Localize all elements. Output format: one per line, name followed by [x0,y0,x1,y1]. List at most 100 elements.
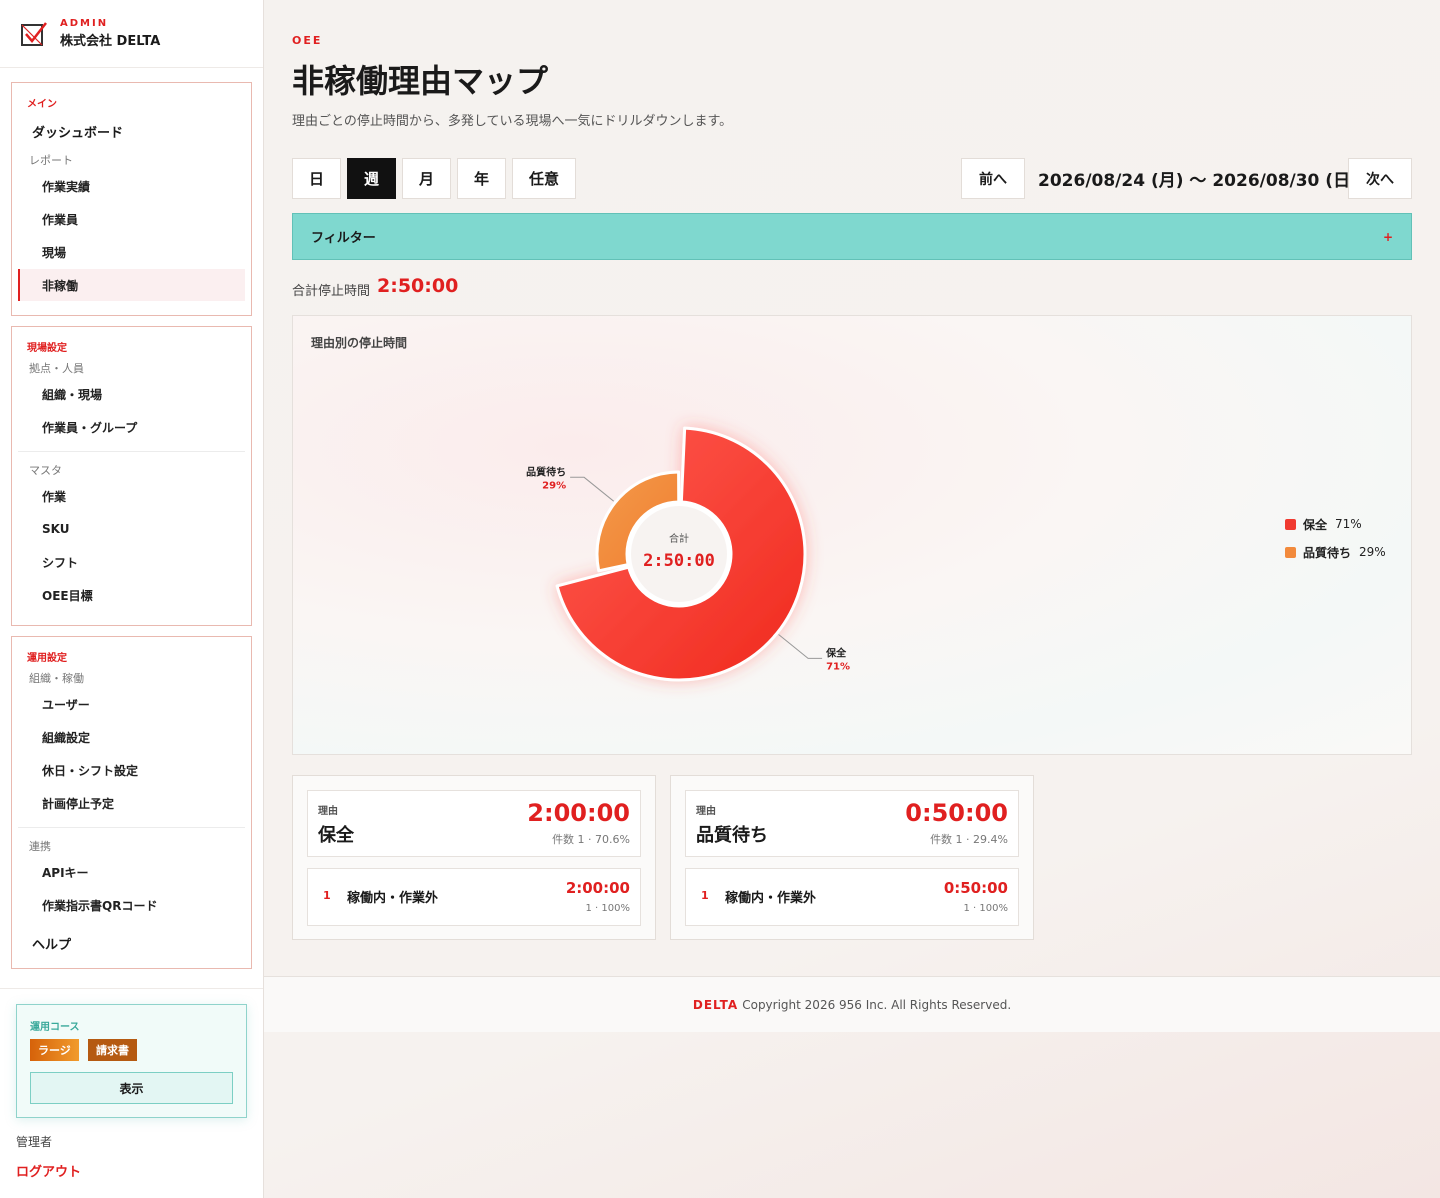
sidebar-item-planned-stop[interactable]: 計画停止予定 [18,787,245,819]
reason-name: 品質待ち [696,825,768,846]
page-title: 非稼働理由マップ [292,62,549,100]
page-description: 理由ごとの停止時間から、多発している現場へ一気にドリルダウンします。 [292,114,733,129]
sidebar-item-shift[interactable]: シフト [18,546,245,578]
total-downtime-label: 合計停止時間 [292,284,371,299]
nav-subtitle-report: レポート [29,154,73,167]
callout-label: 品質待ち [526,465,566,478]
nav-subtitle-base-staff: 拠点・人員 [29,362,84,375]
sidebar-item-dashboard[interactable]: ダッシュボード [32,122,123,141]
period-tab-year[interactable]: 年 [457,158,506,199]
sidebar-item-sites[interactable]: 現場 [18,236,245,268]
brand-company-name: 株式会社 DELTA [60,34,161,49]
nav-group-title-ops: 運用設定 [27,653,67,664]
donut-center-label: 合計 [669,532,689,545]
next-period-button[interactable]: 次へ [1348,158,1412,199]
sidebar-item-users[interactable]: ユーザー [18,688,245,720]
sidebar-item-downtime[interactable]: 非稼働 [18,269,245,301]
nav-subtitle-master: マスタ [29,464,62,477]
row-time: 2:00:00 [565,879,630,897]
nav-group-title-site: 現場設定 [27,343,67,354]
reason-time: 0:50:00 [905,799,1008,827]
course-badge-invoice: 請求書 [88,1039,137,1061]
page-eyebrow: OEE [292,34,323,47]
legend-percent: 29% [1359,545,1386,559]
brand[interactable]: ADMIN 株式会社 DELTA [0,0,263,68]
callout-percent: 71% [826,661,850,672]
legend-percent: 71% [1335,517,1362,531]
course-panel: 運用コース ラージ 請求書 表示 [16,1004,247,1118]
sidebar-item-task[interactable]: 作業 [18,480,245,512]
nav-subtitle-integration: 連携 [29,840,51,853]
row-meta: 1 · 100% [963,903,1009,914]
row-name: 稼働内・作業外 [725,891,817,906]
legend-swatch [1285,518,1296,530]
callout-line [570,476,614,502]
sidebar-divider [0,988,263,989]
reason-site-row[interactable]: 1 稼働内・作業外 0:50:00 1 · 100% [685,868,1019,926]
reason-card: 理由 保全 2:00:00 件数 1 · 70.6% 1 稼働内・作業外 2:0… [292,775,656,940]
donut-center-value: 2:50:00 [643,551,715,571]
delta-logo-icon [21,21,47,46]
period-tab-week[interactable]: 週 [347,158,396,199]
nav-divider [18,451,245,452]
user-role: 管理者 [16,1135,53,1149]
main-content: OEE 非稼働理由マップ 理由ごとの停止時間から、多発している現場へ一気にドリル… [264,0,1440,1198]
chart-legend: 保全 71% 品質待ち 29% [1285,510,1386,566]
sidebar-item-work-results[interactable]: 作業実績 [18,170,245,202]
legend-swatch [1285,546,1296,558]
nav-subtitle-org-ops: 組織・稼働 [29,672,84,685]
period-range: 2026/08/24 (月) 〜 2026/08/30 (日) [1038,171,1358,191]
footer: DELTA Copyright 2026 956 Inc. All Rights… [264,976,1440,1032]
brand-admin-label: ADMIN [60,18,109,29]
legend-label: 品質待ち [1303,545,1352,560]
sidebar-item-workers[interactable]: 作業員 [18,203,245,235]
course-title: 運用コース [30,1022,80,1033]
period-tab-month[interactable]: 月 [402,158,451,199]
reason-card: 理由 品質待ち 0:50:00 件数 1 · 29.4% 1 稼働内・作業外 0… [670,775,1034,940]
sidebar-item-api-key[interactable]: APIキー [18,856,245,888]
callout-percent: 29% [542,480,566,491]
filter-label: フィルター [311,231,376,246]
nav-group-title-main: メイン [27,99,57,110]
legend-item-quality-wait[interactable]: 品質待ち 29% [1285,538,1386,566]
nav-group-ops-settings: 運用設定 組織・稼働 ユーザー 組織設定 休日・シフト設定 計画停止予定 連携 … [11,636,252,969]
sidebar-item-oee-target[interactable]: OEE目標 [18,579,245,611]
reason-meta: 件数 1 · 70.6% [552,833,630,846]
reason-meta: 件数 1 · 29.4% [930,833,1008,846]
sidebar-item-worker-group[interactable]: 作業員・グループ [18,411,245,443]
row-time: 0:50:00 [943,879,1008,897]
period-tab-day[interactable]: 日 [292,158,341,199]
legend-label: 保全 [1303,517,1328,532]
sidebar: ADMIN 株式会社 DELTA メイン ダッシュボード レポート 作業実績 作… [0,0,264,1198]
logout-link[interactable]: ログアウト [16,1161,81,1180]
sidebar-item-org-settings[interactable]: 組織設定 [18,721,245,753]
prev-period-button[interactable]: 前へ [961,158,1025,199]
reason-site-row[interactable]: 1 稼働内・作業外 2:00:00 1 · 100% [307,868,641,926]
sidebar-item-help[interactable]: ヘルプ [32,934,71,953]
row-rank: 1 [701,889,709,902]
nav-divider [18,827,245,828]
course-badge-large: ラージ [30,1039,79,1061]
legend-item-maintenance[interactable]: 保全 71% [1285,510,1386,538]
sidebar-item-qr-code[interactable]: 作業指示書QRコード [18,889,245,921]
donut-chart: 合計 2:50:00 保全 71% 品質待ち 29% [526,426,850,682]
nav-group-main: メイン ダッシュボード レポート 作業実績 作業員 現場 非稼働 [11,82,252,316]
reason-label: 理由 [318,806,338,817]
row-name: 稼働内・作業外 [347,891,439,906]
reason-label: 理由 [696,806,716,817]
sidebar-item-holiday-shift[interactable]: 休日・シフト設定 [18,754,245,786]
sidebar-item-sku[interactable]: SKU [18,513,245,545]
reason-card-header[interactable]: 理由 保全 2:00:00 件数 1 · 70.6% [307,790,641,857]
footer-brand: DELTA [692,997,739,1012]
footer-copyright: Copyright 2026 956 Inc. All Rights Reser… [742,997,1012,1012]
reason-name: 保全 [318,825,354,846]
plus-icon: + [1382,229,1393,244]
downtime-chart-card: 理由別の停止時間 合計 2:50:00 保全 71% 品質待ち 29% 保全 7… [292,315,1412,755]
period-tab-custom[interactable]: 任意 [512,158,576,199]
total-downtime-value: 2:50:00 [377,275,459,297]
reason-card-header[interactable]: 理由 品質待ち 0:50:00 件数 1 · 29.4% [685,790,1019,857]
row-rank: 1 [323,889,331,902]
course-show-button[interactable]: 表示 [30,1072,233,1104]
filter-toggle[interactable]: フィルター + [292,213,1412,260]
sidebar-item-org-site[interactable]: 組織・現場 [18,378,245,410]
